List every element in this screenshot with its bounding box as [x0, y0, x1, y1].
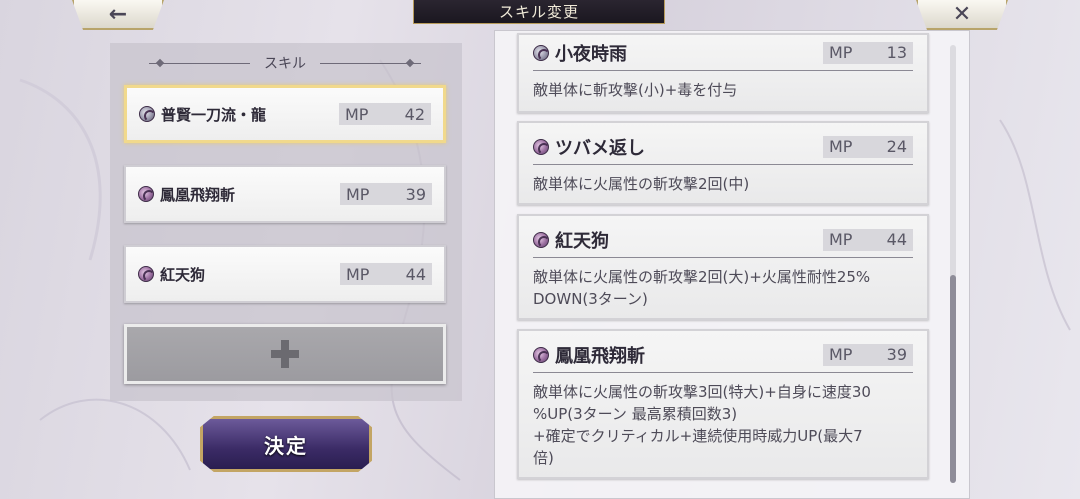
skill-section-title: スキル	[264, 56, 306, 72]
mp-label: MP	[345, 104, 369, 124]
header-divider-right	[320, 62, 421, 64]
mp-cost-box: MP 24	[823, 135, 913, 158]
mp-value: 39	[886, 345, 907, 364]
skill-section-header: スキル	[135, 52, 435, 74]
mp-value: 44	[886, 230, 907, 249]
skill-card-header: ツバメ返し MP 24	[533, 129, 913, 165]
decide-button[interactable]: 決定	[200, 416, 372, 472]
header-divider-left	[149, 62, 250, 64]
add-skill-slot-button[interactable]	[124, 324, 446, 384]
mp-label: MP	[346, 184, 370, 204]
skill-card-description: 敵単体に火属性の斬攻撃3回(特大)+自身に速度30 %UP(3ターン 最高累積回…	[533, 383, 871, 467]
mp-value: 24	[886, 137, 907, 156]
mp-label: MP	[829, 230, 853, 249]
skill-card-description: 敵単体に火属性の斬攻撃2回(中)	[533, 175, 750, 193]
skill-card-name: 紅天狗	[555, 230, 609, 252]
equipped-skill-slot-2[interactable]: 鳳凰飛翔斬 MP 39	[124, 165, 446, 223]
skill-card-3[interactable]: 紅天狗 MP 44 敵単体に火属性の斬攻撃2回(大)+火属性耐性25% DOWN…	[517, 214, 929, 320]
skill-card-name: 鳳凰飛翔斬	[555, 345, 645, 367]
skill-orb-icon	[533, 231, 550, 248]
skill-orb-icon	[533, 346, 550, 363]
skill-list-panel[interactable]: 小夜時雨 MP 13 敵単体に斬攻撃(小)+毒を付与 ツバメ返し MP 24 敵…	[494, 30, 970, 499]
mp-cost-box: MP 42	[339, 103, 431, 125]
skill-card-name: 小夜時雨	[555, 43, 627, 65]
skill-orb-icon	[533, 44, 550, 61]
mp-value: 39	[405, 184, 426, 204]
skill-card-header: 鳳凰飛翔斬 MP 39	[533, 337, 913, 373]
skill-card-header: 紅天狗 MP 44	[533, 222, 913, 258]
plus-icon	[271, 340, 299, 368]
skill-orb-icon	[533, 138, 550, 155]
skill-card-description: 敵単体に斬攻撃(小)+毒を付与	[533, 81, 738, 99]
mp-cost-box: MP 39	[340, 183, 432, 205]
mp-label: MP	[829, 345, 853, 364]
close-button[interactable]: ✕	[916, 0, 1008, 30]
mp-label: MP	[829, 137, 853, 156]
mp-cost-box: MP 39	[823, 343, 913, 366]
equipped-skill-slot-3[interactable]: 紅天狗 MP 44	[124, 245, 446, 303]
mp-label: MP	[829, 43, 853, 62]
mp-cost-box: MP 44	[823, 228, 913, 251]
close-icon: ✕	[952, 1, 972, 27]
mp-value: 13	[886, 43, 907, 62]
mp-value: 42	[404, 104, 425, 124]
skill-card-4[interactable]: 鳳凰飛翔斬 MP 39 敵単体に火属性の斬攻撃3回(特大)+自身に速度30 %U…	[517, 329, 929, 479]
equipped-skill-slot-1[interactable]: 普賢一刀流・龍 MP 42	[124, 85, 446, 143]
skill-card-description: 敵単体に火属性の斬攻撃2回(大)+火属性耐性25% DOWN(3ターン)	[533, 268, 871, 308]
back-button[interactable]: ←	[72, 0, 164, 30]
mp-cost-box: MP 44	[340, 263, 432, 285]
slot-skill-name: 紅天狗	[160, 265, 206, 284]
skill-card-header: 小夜時雨 MP 13	[533, 35, 913, 71]
skill-orb-icon	[139, 106, 156, 122]
skill-orb-icon	[138, 266, 155, 282]
skill-card-1[interactable]: 小夜時雨 MP 13 敵単体に斬攻撃(小)+毒を付与	[517, 33, 929, 113]
scrollbar-thumb[interactable]	[950, 275, 956, 483]
mp-label: MP	[346, 264, 370, 284]
skill-card-2[interactable]: ツバメ返し MP 24 敵単体に火属性の斬攻撃2回(中)	[517, 121, 929, 205]
page-title: スキル変更	[413, 0, 665, 24]
back-arrow-icon: ←	[108, 1, 128, 27]
slot-skill-name: 鳳凰飛翔斬	[160, 185, 236, 204]
mp-cost-box: MP 13	[823, 41, 913, 64]
skill-card-name: ツバメ返し	[555, 137, 645, 159]
skill-orb-icon	[138, 186, 155, 202]
mp-value: 44	[405, 264, 426, 284]
slot-skill-name: 普賢一刀流・龍	[161, 105, 267, 124]
